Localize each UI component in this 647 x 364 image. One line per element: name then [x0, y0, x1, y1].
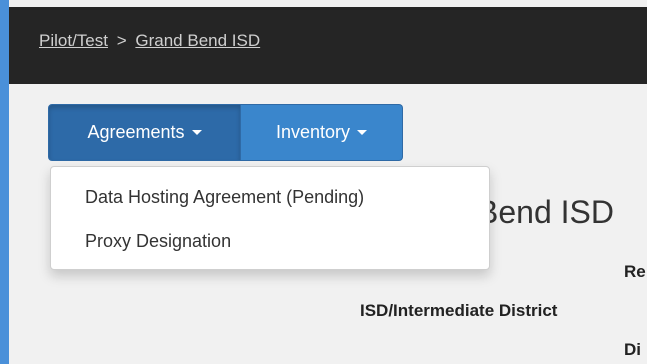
agreements-button-label: Agreements: [87, 122, 185, 142]
breadcrumb-separator: >: [116, 31, 127, 50]
info-label-re: Re: [624, 262, 646, 281]
agreements-dropdown-menu: Data Hosting Agreement (Pending) Proxy D…: [50, 166, 490, 270]
page-title: Bend ISD: [477, 194, 614, 230]
left-accent-bar: [0, 0, 9, 364]
breadcrumb: Pilot/Test > Grand Bend ISD: [39, 31, 260, 51]
caret-down-icon: [357, 130, 368, 135]
breadcrumb-root-link[interactable]: Pilot/Test: [39, 31, 108, 50]
menu-item-proxy-designation[interactable]: Proxy Designation: [85, 231, 231, 252]
breadcrumb-current-link[interactable]: Grand Bend ISD: [135, 31, 260, 50]
menu-item-data-hosting-agreement[interactable]: Data Hosting Agreement (Pending): [85, 187, 364, 208]
nav-button-group: Agreements Inventory: [48, 104, 403, 161]
info-label-di: Di: [624, 340, 641, 359]
info-label-isd-intermediate-district: ISD/Intermediate District: [360, 301, 558, 320]
caret-down-icon: [191, 130, 202, 135]
inventory-button-label: Inventory: [275, 122, 351, 142]
agreements-dropdown-button[interactable]: Agreements: [48, 104, 241, 161]
inventory-dropdown-button[interactable]: Inventory: [241, 104, 403, 161]
